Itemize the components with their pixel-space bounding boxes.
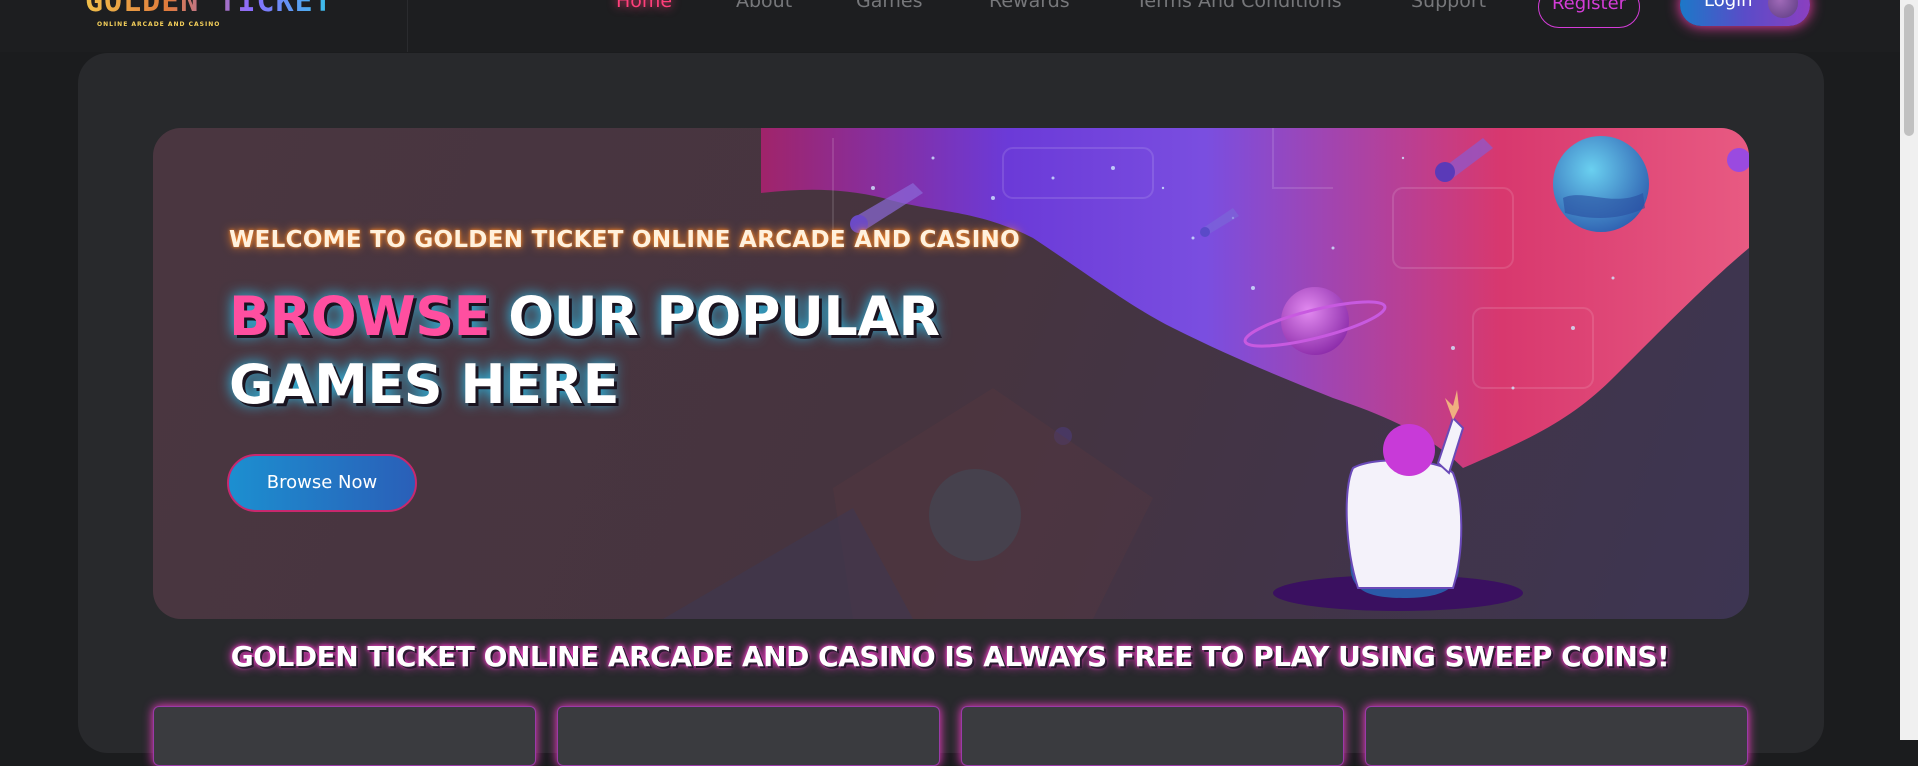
welcome-text: WELCOME TO GOLDEN TICKET ONLINE ARCADE A…	[229, 227, 1020, 253]
nav-rewards[interactable]: Rewards	[989, 0, 1070, 12]
headline-accent: BROWSE	[229, 285, 491, 348]
nav-terms[interactable]: Terms And Conditions	[1136, 0, 1342, 12]
login-label: Login	[1704, 0, 1753, 11]
avatar	[1768, 0, 1798, 18]
game-card[interactable]	[1365, 706, 1748, 766]
free-to-play-tagline: GOLDEN TICKET ONLINE ARCADE AND CASINO I…	[230, 640, 1670, 673]
scrollbar-thumb[interactable]	[1904, 4, 1914, 136]
login-button[interactable]: Login	[1680, 0, 1810, 26]
logo-area: GOLDEN TICKET ONLINE ARCADE AND CASINO	[0, 0, 408, 52]
game-card[interactable]	[153, 706, 536, 766]
page-title: BROWSE OUR POPULAR GAMES HERE	[229, 283, 949, 419]
top-nav: GOLDEN TICKET ONLINE ARCADE AND CASINO H…	[0, 0, 1900, 52]
nav-support[interactable]: Support	[1411, 0, 1486, 12]
page-scrollbar[interactable]	[1900, 0, 1918, 740]
game-card[interactable]	[557, 706, 940, 766]
site-logo[interactable]: GOLDEN TICKET	[85, 0, 333, 19]
nav-about[interactable]: About	[736, 0, 792, 12]
browse-now-button[interactable]: Browse Now	[227, 454, 417, 512]
game-card[interactable]	[961, 706, 1344, 766]
nav-games[interactable]: Games	[856, 0, 922, 12]
register-button[interactable]: Register	[1538, 0, 1640, 28]
hero-banner: WELCOME TO GOLDEN TICKET ONLINE ARCADE A…	[153, 128, 1749, 619]
nav-home[interactable]: Home	[616, 0, 672, 12]
logo-subtext: ONLINE ARCADE AND CASINO	[97, 21, 221, 28]
